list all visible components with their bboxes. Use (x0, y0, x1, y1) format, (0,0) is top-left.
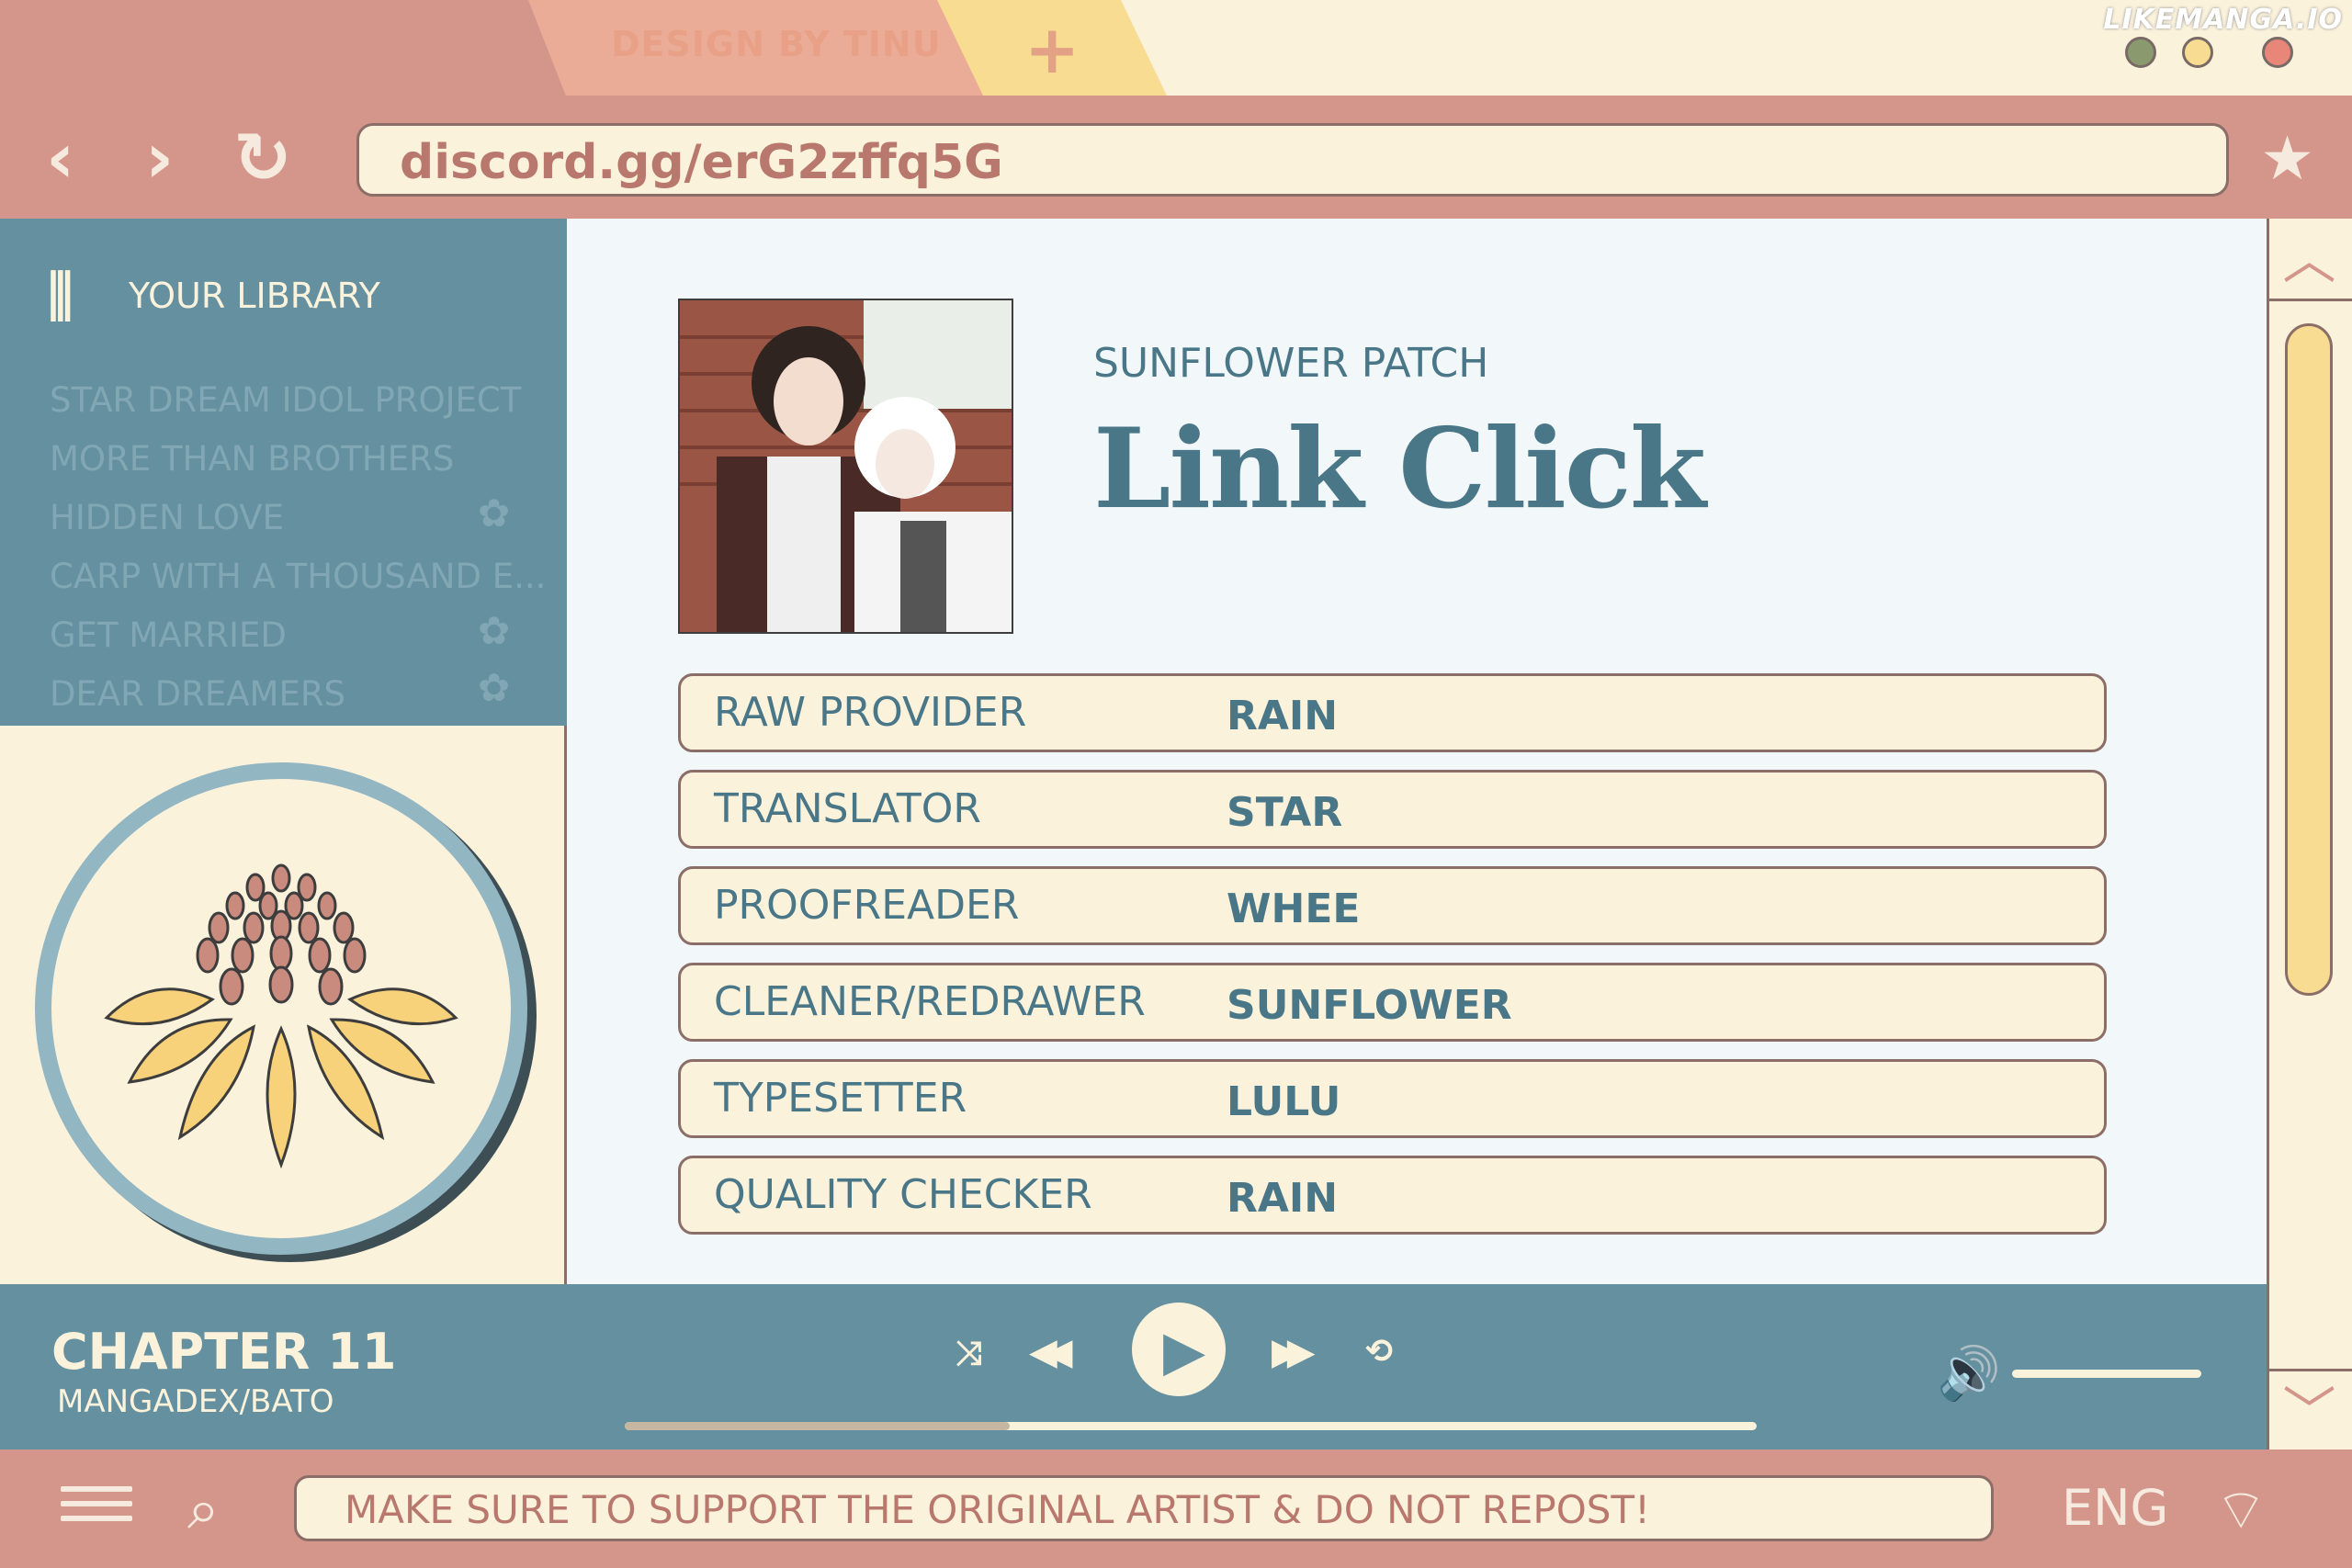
address-row: ‹ › ↻ discord.gg/erG2zffq5G ★ (0, 96, 2352, 219)
library-sidebar: ⫼ YOUR LIBRARY STAR DREAM IDOL PROJECT M… (0, 219, 567, 726)
forward-icon[interactable]: › (145, 123, 174, 193)
flower-icon: ✿ (478, 665, 511, 710)
browser-window: DESIGN BY TINU + LIKEMANGA.IO ‹ › ↻ disc… (0, 0, 2352, 1568)
window-dot-yellow[interactable] (2182, 37, 2213, 68)
cover-image (678, 299, 1013, 634)
tab-strip: DESIGN BY TINU + LIKEMANGA.IO (0, 0, 2352, 96)
flower-icon: ✿ (478, 491, 511, 536)
shuffle-icon[interactable]: ⤨ (956, 1337, 982, 1371)
credit-role: TRANSLATOR (714, 785, 981, 832)
play-icon: ▶ (1163, 1319, 1206, 1383)
flower-icon: ✿ (478, 608, 511, 653)
credit-role: CLEANER/REDRAWER (714, 978, 1146, 1025)
credit-row: RAW PROVIDER RAIN (678, 673, 2107, 752)
plus-icon: + (1024, 11, 1080, 88)
library-item[interactable]: CARP WITH A THOUSAND E... (50, 557, 546, 596)
wifi-icon: ⌔ (2214, 1476, 2268, 1543)
credit-name: LULU (1227, 1078, 1341, 1125)
play-button[interactable]: ▶ (1132, 1303, 1226, 1396)
credit-row: PROOFREADER WHEE (678, 866, 2107, 945)
progress-bar[interactable] (625, 1422, 1757, 1430)
bookmark-star-icon[interactable]: ★ (2260, 123, 2314, 194)
credit-row: QUALITY CHECKER RAIN (678, 1156, 2107, 1235)
bottom-bar: ⌕ MAKE SURE TO SUPPORT THE ORIGINAL ARTI… (0, 1450, 2352, 1568)
group-name: SUNFLOWER PATCH (1093, 340, 1489, 387)
credit-name: SUNFLOWER (1227, 982, 1512, 1029)
refresh-icon[interactable]: ↻ (233, 123, 292, 193)
library-title: YOUR LIBRARY (129, 276, 380, 316)
progress-fill (625, 1422, 1010, 1430)
library-item[interactable]: DEAR DREAMERS (50, 674, 345, 714)
source-label: MANGADEX/BATO (57, 1383, 334, 1420)
back-icon[interactable]: ‹ (46, 123, 74, 193)
scroll-down-icon[interactable]: ﹀ (2267, 1369, 2352, 1450)
url-text: discord.gg/erG2zffq5G (400, 135, 1003, 190)
search-icon[interactable]: ⌕ (187, 1475, 220, 1543)
menu-icon[interactable] (61, 1486, 132, 1532)
volume-slider[interactable] (2012, 1370, 2201, 1378)
credit-name: RAIN (1227, 1175, 1339, 1222)
rewind-icon[interactable]: ◀◀ (1029, 1334, 1072, 1371)
url-bar[interactable]: discord.gg/erG2zffq5G (356, 123, 2229, 197)
series-title: Link Click (1093, 404, 1706, 534)
fast-forward-icon[interactable]: ▶▶ (1272, 1334, 1315, 1371)
watermark: LIKEMANGA.IO (2103, 4, 2343, 36)
notice-text: MAKE SURE TO SUPPORT THE ORIGINAL ARTIST… (345, 1487, 1650, 1532)
credit-role: RAW PROVIDER (714, 689, 1027, 736)
credit-role: QUALITY CHECKER (714, 1171, 1092, 1218)
window-dot-green[interactable] (2125, 37, 2156, 68)
credit-name: WHEE (1227, 886, 1361, 932)
language-label[interactable]: ENG (2062, 1479, 2168, 1537)
scroll-up-icon[interactable]: ︿ (2267, 219, 2352, 301)
credit-name: STAR (1227, 789, 1343, 836)
sunflower-logo (35, 762, 527, 1255)
library-item[interactable]: HIDDEN LOVE (50, 498, 284, 537)
window-dot-red[interactable] (2262, 37, 2293, 68)
library-item[interactable]: GET MARRIED (50, 615, 287, 655)
sunflower-icon (104, 863, 458, 1169)
notice-bar: MAKE SURE TO SUPPORT THE ORIGINAL ARTIST… (294, 1475, 1994, 1541)
library-item[interactable]: STAR DREAM IDOL PROJECT (50, 380, 521, 420)
credit-row: TYPESETTER LULU (678, 1059, 2107, 1138)
repeat-icon[interactable]: ⟲ (1365, 1336, 1393, 1369)
chapter-label: CHAPTER 11 (51, 1323, 397, 1381)
scroll-thumb[interactable] (2285, 323, 2333, 996)
credit-row: TRANSLATOR STAR (678, 770, 2107, 849)
library-item[interactable]: MORE THAN BROTHERS (50, 439, 454, 479)
player-bar: CHAPTER 11 MANGADEX/BATO ⤨ ◀◀ ▶ ▶▶ ⟲ 🔊 (0, 1284, 2267, 1450)
tab-design[interactable]: DESIGN BY TINU (528, 0, 997, 96)
volume-icon[interactable]: 🔊 (1937, 1343, 2001, 1404)
tab-design-label: DESIGN BY TINU (611, 24, 942, 64)
credit-role: TYPESETTER (714, 1075, 967, 1122)
credit-role: PROOFREADER (714, 882, 1020, 929)
credit-row: CLEANER/REDRAWER SUNFLOWER (678, 963, 2107, 1042)
credit-name: RAIN (1227, 693, 1339, 739)
library-icon: ⫼ (48, 265, 74, 329)
